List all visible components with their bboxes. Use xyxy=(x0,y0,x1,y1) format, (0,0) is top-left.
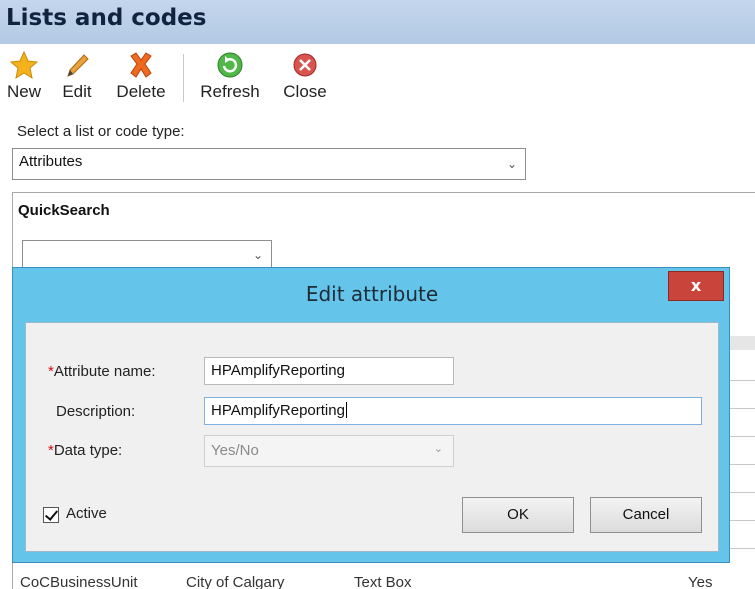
new-button[interactable]: New xyxy=(2,50,46,106)
grid-line xyxy=(730,492,755,493)
new-label: New xyxy=(6,82,41,101)
pencil-icon xyxy=(67,54,89,77)
attribute-name-label: *Attribute name: xyxy=(48,363,156,380)
active-label: Active xyxy=(66,505,107,522)
toolbar: New Edit Delete Refresh Close xyxy=(0,44,755,110)
close-circle-icon xyxy=(293,53,317,77)
data-type-label: *Data type: xyxy=(48,442,123,459)
edit-label: Edit xyxy=(62,82,92,101)
toolbar-separator xyxy=(183,54,184,102)
grid-header-edge xyxy=(730,336,755,350)
close-button[interactable]: Close xyxy=(278,50,332,106)
list-type-value: Attributes xyxy=(19,153,83,170)
data-type-value: Yes/No xyxy=(211,442,259,459)
close-label: Close xyxy=(283,82,327,101)
refresh-label: Refresh xyxy=(200,82,260,101)
star-icon xyxy=(9,50,39,80)
chevron-down-icon: ⌄ xyxy=(252,248,263,262)
quicksearch-title: QuickSearch xyxy=(18,202,110,219)
cancel-button[interactable]: Cancel xyxy=(590,497,702,533)
text-caret xyxy=(345,402,347,418)
description-value: HPAmplifyReporting xyxy=(211,402,345,419)
chevron-down-icon: ⌄ xyxy=(433,443,443,455)
grid-line xyxy=(730,380,755,381)
chevron-down-icon: ⌄ xyxy=(506,157,517,171)
ok-button[interactable]: OK xyxy=(462,497,574,533)
data-type-select: Yes/No ⌄ xyxy=(204,435,454,467)
grid-line xyxy=(730,408,755,409)
refresh-button[interactable]: Refresh xyxy=(194,50,266,106)
edit-attribute-dialog: Edit attribute x *Attribute name: HPAmpl… xyxy=(12,267,730,563)
description-input[interactable]: HPAmplifyReporting xyxy=(204,397,702,425)
grid-line xyxy=(730,548,755,549)
list-type-label: Select a list or code type: xyxy=(17,123,185,140)
description-label: Description: xyxy=(56,403,136,420)
delete-button[interactable]: Delete xyxy=(110,50,172,106)
grid-line xyxy=(730,436,755,437)
table-cell: CoCBusinessUnit xyxy=(20,574,138,589)
table-cell: Yes xyxy=(688,574,713,589)
table-cell: Text Box xyxy=(354,574,412,589)
list-type-select[interactable]: Attributes ⌄ xyxy=(12,148,526,180)
active-checkbox[interactable] xyxy=(43,507,59,523)
table-row[interactable]: CoCBusinessUnit City of Calgary Text Box… xyxy=(14,574,755,589)
dialog-close-button[interactable]: x xyxy=(668,271,724,301)
grid-line xyxy=(730,520,755,521)
x-icon xyxy=(130,52,152,78)
refresh-icon xyxy=(217,52,243,78)
window-titlebar: Lists and codes xyxy=(0,0,755,44)
attribute-name-value: HPAmplifyReporting xyxy=(211,362,345,379)
dialog-body: *Attribute name: HPAmplifyReporting Desc… xyxy=(25,322,719,552)
quicksearch-select[interactable]: ⌄ xyxy=(22,240,272,270)
table-cell: City of Calgary xyxy=(186,574,285,589)
grid-line xyxy=(730,464,755,465)
delete-label: Delete xyxy=(116,82,166,101)
close-icon: x xyxy=(690,276,702,295)
attribute-name-input[interactable]: HPAmplifyReporting xyxy=(204,357,454,385)
dialog-title: Edit attribute xyxy=(305,282,439,306)
edit-button[interactable]: Edit xyxy=(57,50,97,106)
window-title: Lists and codes xyxy=(6,5,207,31)
